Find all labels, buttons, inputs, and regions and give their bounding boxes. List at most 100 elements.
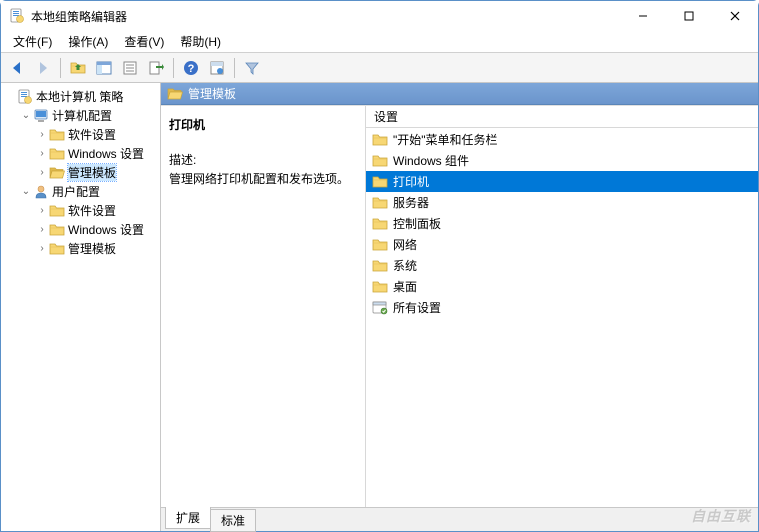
list-item-desktop[interactable]: 桌面 [366,276,758,297]
menu-help[interactable]: 帮助(H) [172,31,229,52]
settings-list-column: 设置 "开始"菜单和任务栏 Windows 组件 打印机 服务器 控制面板 网络… [366,106,758,507]
properties-list-button[interactable] [118,56,142,80]
tree-label: 软件设置 [68,202,116,219]
export-button[interactable] [144,56,168,80]
tree-label: 本地计算机 策略 [36,88,123,105]
list-item-label: "开始"菜单和任务栏 [393,131,498,148]
maximize-button[interactable] [666,1,712,31]
tree-user-templates[interactable]: › 管理模板 [35,239,158,258]
up-folder-button[interactable] [66,56,90,80]
folder-icon [49,241,65,257]
template-icon-button[interactable] [205,56,229,80]
titlebar: 本地组策略编辑器 [1,1,758,31]
tree-label: 软件设置 [68,126,116,143]
tree-user-windows[interactable]: › Windows 设置 [35,220,158,239]
folder-icon [49,127,65,143]
folder-icon [372,279,388,295]
forward-button[interactable] [31,56,55,80]
tree-root[interactable]: 本地计算机 策略 [3,87,158,106]
menubar: 文件(F) 操作(A) 查看(V) 帮助(H) [1,31,758,53]
minimize-button[interactable] [620,1,666,31]
tree-computer-windows[interactable]: › Windows 设置 [35,144,158,163]
description-label: 描述: [169,151,357,168]
folder-icon [372,195,388,211]
toolbar: ? [1,53,758,83]
list-item-system[interactable]: 系统 [366,255,758,276]
svg-text:?: ? [188,63,195,75]
menu-file[interactable]: 文件(F) [5,31,60,52]
expander-icon[interactable]: › [35,129,49,140]
filter-button[interactable] [240,56,264,80]
main-area: 本地计算机 策略 ⌄ 计算机配置 › 软件设置 › Windows 设置 [1,83,758,531]
tabs-row: 扩展 标准 [161,507,758,531]
selected-item-title: 打印机 [169,116,357,133]
toolbar-separator [173,58,174,78]
folder-icon [49,203,65,219]
computer-icon [33,108,49,124]
list-item-servers[interactable]: 服务器 [366,192,758,213]
menu-view[interactable]: 查看(V) [116,31,172,52]
list-item-start-menu[interactable]: "开始"菜单和任务栏 [366,129,758,150]
menu-action[interactable]: 操作(A) [60,31,116,52]
folder-icon [372,258,388,274]
list-item-windows-components[interactable]: Windows 组件 [366,150,758,171]
folder-icon [49,146,65,162]
folder-icon [49,222,65,238]
folder-icon [372,174,388,190]
app-icon [9,8,25,24]
tree-computer-config[interactable]: ⌄ 计算机配置 [19,106,158,125]
tree-user-software[interactable]: › 软件设置 [35,201,158,220]
content-body: 打印机 描述: 管理网络打印机配置和发布选项。 设置 "开始"菜单和任务栏 Wi… [161,105,758,507]
folder-open-icon [167,86,183,102]
expander-icon[interactable]: ⌄ [19,110,33,121]
user-icon [33,184,49,200]
list-item-label: 桌面 [393,278,417,295]
tree-pane[interactable]: 本地计算机 策略 ⌄ 计算机配置 › 软件设置 › Windows 设置 [1,83,161,531]
right-pane: 管理模板 打印机 描述: 管理网络打印机配置和发布选项。 设置 "开始"菜单和任… [161,83,758,531]
folder-open-icon [49,165,65,181]
tree-computer-templates[interactable]: › 管理模板 [35,163,158,182]
folder-icon [372,153,388,169]
list-item-label: 控制面板 [393,215,441,232]
description-text: 管理网络打印机配置和发布选项。 [169,170,357,187]
close-button[interactable] [712,1,758,31]
show-tree-button[interactable] [92,56,116,80]
tab-extended[interactable]: 扩展 [165,507,211,529]
content-header: 管理模板 [161,83,758,105]
list-item-label: 服务器 [393,194,429,211]
back-button[interactable] [5,56,29,80]
list-item-label: 网络 [393,236,417,253]
list-item-label: 系统 [393,257,417,274]
tree-label: 用户配置 [52,183,100,200]
list-item-control-panel[interactable]: 控制面板 [366,213,758,234]
column-header-settings[interactable]: 设置 [366,106,758,128]
list-item-network[interactable]: 网络 [366,234,758,255]
all-settings-icon [372,300,388,316]
list-item-printers[interactable]: 打印机 [366,171,758,192]
tab-standard[interactable]: 标准 [210,509,256,532]
tree-label: Windows 设置 [68,145,144,162]
help-button[interactable]: ? [179,56,203,80]
tree-label: 计算机配置 [52,107,112,124]
expander-icon[interactable]: › [35,167,49,178]
expander-icon[interactable]: › [35,205,49,216]
tree-label: 管理模板 [68,164,116,181]
folder-icon [372,132,388,148]
window-controls [620,1,758,31]
list-item-all-settings[interactable]: 所有设置 [366,297,758,318]
tree-user-config[interactable]: ⌄ 用户配置 [19,182,158,201]
expander-icon[interactable]: ⌄ [19,186,33,197]
list-item-label: Windows 组件 [393,152,469,169]
folder-icon [372,237,388,253]
content-header-title: 管理模板 [188,85,236,102]
expander-icon[interactable]: › [35,148,49,159]
window-title: 本地组策略编辑器 [31,8,620,25]
policy-root-icon [17,89,33,105]
expander-icon[interactable]: › [35,224,49,235]
expander-icon[interactable]: › [35,243,49,254]
tree-label: Windows 设置 [68,221,144,238]
list-item-label: 打印机 [393,173,429,190]
list-item-label: 所有设置 [393,299,441,316]
tree-computer-software[interactable]: › 软件设置 [35,125,158,144]
settings-list[interactable]: "开始"菜单和任务栏 Windows 组件 打印机 服务器 控制面板 网络 系统… [366,128,758,507]
